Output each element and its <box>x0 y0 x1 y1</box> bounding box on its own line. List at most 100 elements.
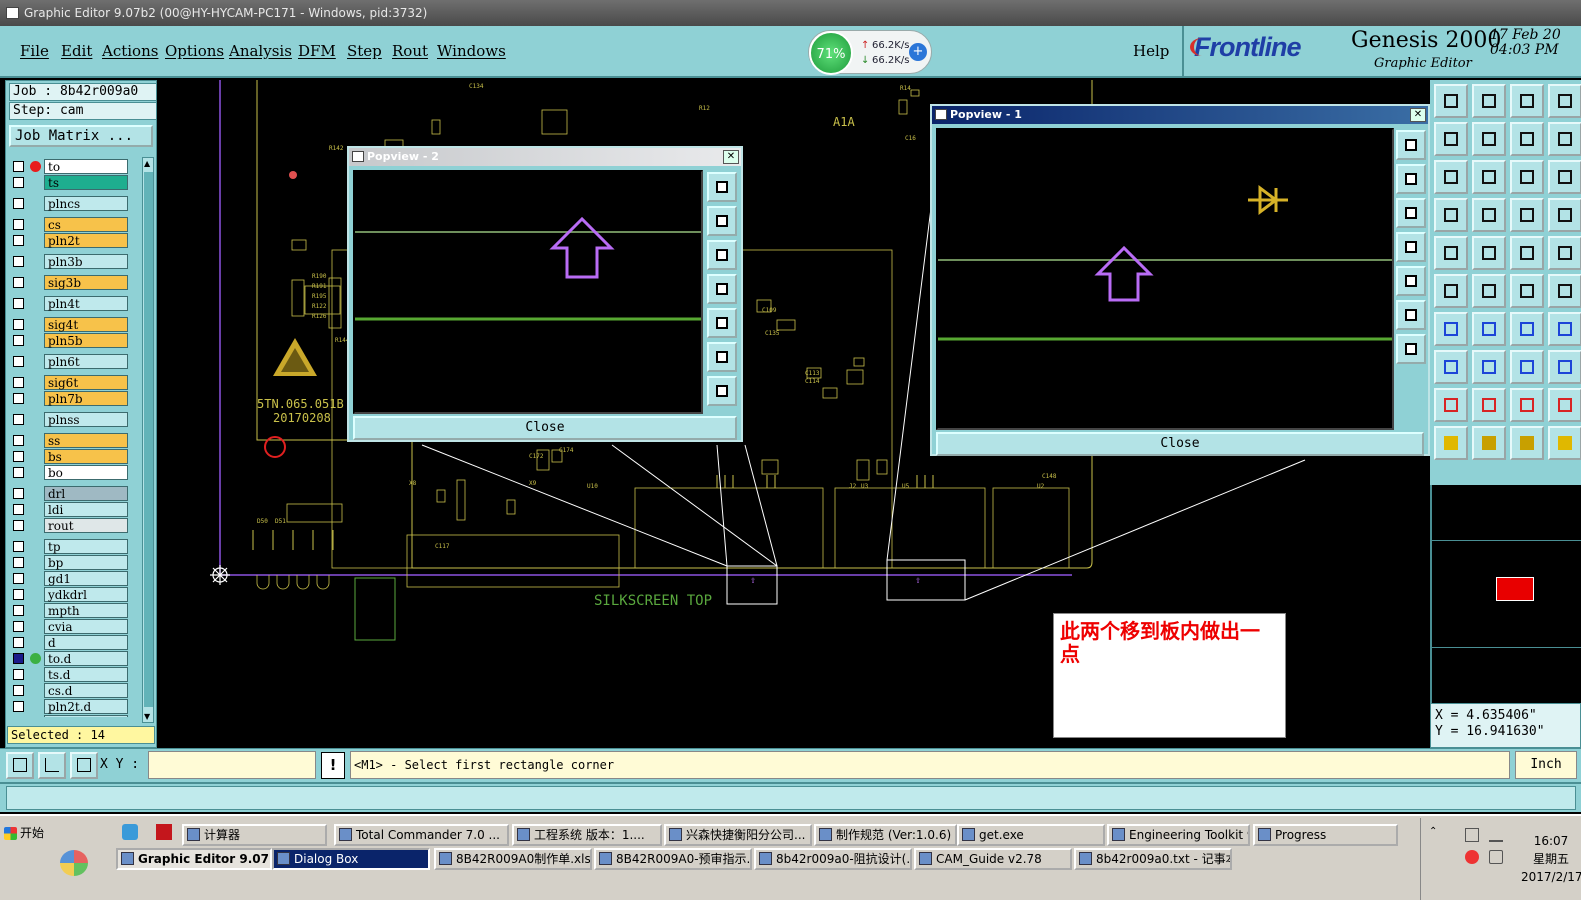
center-tool-button[interactable] <box>1472 160 1506 194</box>
layer-checkbox[interactable] <box>13 319 24 330</box>
layer-row[interactable]: to.d <box>8 651 134 666</box>
quicklaunch-app-icon[interactable] <box>122 824 138 840</box>
layer-name[interactable]: tp <box>44 539 128 554</box>
pan-left-tool-button[interactable] <box>1434 122 1468 156</box>
select-alt-tool-button[interactable] <box>1510 426 1544 460</box>
layer-name[interactable]: to.d <box>44 651 128 666</box>
layer-checkbox[interactable] <box>13 414 24 425</box>
units-button[interactable]: Inch <box>1515 751 1577 779</box>
layer-row[interactable]: ts <box>8 175 134 190</box>
scroll-thumb[interactable] <box>144 172 153 707</box>
layer-checkbox[interactable] <box>13 701 24 712</box>
layer-name[interactable]: ts <box>44 175 128 190</box>
flag-tool-button[interactable] <box>1548 274 1581 308</box>
menu-file[interactable]: File <box>20 42 49 60</box>
layer-name[interactable]: ydkdrl <box>44 587 128 602</box>
menu-analysis[interactable]: Analysis <box>229 42 292 60</box>
clock[interactable]: 16:07 星期五 2017/2/17 <box>1521 832 1581 886</box>
popview-1-close-button[interactable]: Close <box>936 432 1424 456</box>
taskbar-button[interactable]: CAM_Guide v2.78 <box>914 848 1072 870</box>
line-tool-button[interactable] <box>1472 312 1506 346</box>
quick-launch-icon[interactable] <box>60 850 88 876</box>
layer-row[interactable]: bo <box>8 465 134 480</box>
job-matrix-button[interactable]: Job Matrix ... <box>9 125 153 147</box>
layer-row[interactable]: ldi <box>8 502 134 517</box>
layer-row[interactable]: d <box>8 635 134 650</box>
layer-name[interactable]: bo <box>44 465 128 480</box>
fit-tool-button[interactable] <box>1434 160 1468 194</box>
layer-row[interactable]: pln2t <box>8 233 134 248</box>
xy-input[interactable] <box>148 751 316 779</box>
popview-2-close-button[interactable]: Close <box>353 416 737 440</box>
peak-tool-button[interactable] <box>1472 388 1506 422</box>
layer-row[interactable]: ydkdrl <box>8 587 134 602</box>
layer-row[interactable]: pln4t <box>8 296 134 311</box>
layer-checkbox[interactable] <box>13 621 24 632</box>
layer-name[interactable]: rout <box>44 518 128 533</box>
minus-tool-button[interactable] <box>1472 350 1506 384</box>
layer-checkbox[interactable] <box>13 669 24 680</box>
grid-tool-button[interactable] <box>1472 198 1506 232</box>
menu-actions[interactable]: Actions <box>102 42 158 60</box>
arch-tool-button[interactable] <box>1510 388 1544 422</box>
menu-options[interactable]: Options <box>165 42 224 60</box>
popview-pan-up-button[interactable] <box>707 206 737 236</box>
arc-tool-button[interactable] <box>1510 312 1544 346</box>
layer-checkbox[interactable] <box>13 177 24 188</box>
layers-tool-button[interactable] <box>1548 160 1581 194</box>
snap-tool-button[interactable] <box>1548 236 1581 270</box>
layer-name[interactable]: mpth <box>44 603 128 618</box>
layer-row[interactable]: sig6t <box>8 375 134 390</box>
layer-name[interactable]: to <box>44 159 128 174</box>
taskbar-button[interactable]: 工程系统 版本：1.... <box>512 824 662 846</box>
layer-row[interactable]: to <box>8 159 134 174</box>
settings-tool-button[interactable] <box>1434 198 1468 232</box>
layer-checkbox[interactable] <box>13 161 24 172</box>
layer-name[interactable]: bs <box>44 449 128 464</box>
contain-tool-button[interactable] <box>1510 350 1544 384</box>
layer-name[interactable]: ts.d <box>44 667 128 682</box>
popview-zoom-out-button[interactable] <box>707 376 737 406</box>
layer-checkbox[interactable] <box>13 335 24 346</box>
cross-tool-button[interactable] <box>1472 274 1506 308</box>
layer-row[interactable]: plncs <box>8 196 134 211</box>
overview-view-rect[interactable] <box>1496 577 1534 601</box>
taskbar-button[interactable]: Total Commander 7.0 ... <box>334 824 509 846</box>
popview-pan-up-button[interactable] <box>1396 164 1426 194</box>
taskbar-button[interactable]: Dialog Box <box>272 848 430 870</box>
layer-checkbox[interactable] <box>13 467 24 478</box>
layer-checkbox[interactable] <box>13 504 24 515</box>
layer-row[interactable]: bs <box>8 449 134 464</box>
menu-rout[interactable]: Rout <box>392 42 428 60</box>
triangle-tool-button[interactable] <box>1434 388 1468 422</box>
pointer-tool-button[interactable] <box>1434 236 1468 270</box>
measure-tool-button[interactable] <box>1548 198 1581 232</box>
layer-name[interactable]: pln4t <box>44 296 128 311</box>
layer-checkbox[interactable] <box>13 685 24 696</box>
layer-row[interactable]: gd1 <box>8 571 134 586</box>
layer-name[interactable]: pln5b <box>44 333 128 348</box>
layer-name[interactable]: cvia <box>44 619 128 634</box>
plus-icon[interactable]: + <box>909 43 927 61</box>
layer-checkbox[interactable] <box>13 573 24 584</box>
popview-zoom-in-button[interactable] <box>707 342 737 372</box>
save-tool-button[interactable] <box>1472 84 1506 118</box>
grid-button[interactable] <box>70 752 98 779</box>
popview-2-close-icon[interactable]: ✕ <box>723 150 739 164</box>
taskbar-button[interactable]: 计算器 <box>182 824 327 846</box>
taskbar-button[interactable]: 8b42r009a0-阻抗设计(... <box>754 848 912 870</box>
layer-row[interactable]: sig4t <box>8 317 134 332</box>
start-button[interactable]: 开始 <box>2 822 58 844</box>
menu-edit[interactable]: Edit <box>61 42 92 60</box>
alert-button[interactable]: ! <box>321 752 345 779</box>
select-tool-button[interactable] <box>1434 426 1468 460</box>
tray-volume-icon[interactable] <box>1489 850 1503 864</box>
layer-checkbox[interactable] <box>13 589 24 600</box>
diamond-tool-button[interactable] <box>1472 236 1506 270</box>
popview-zoom-out-button[interactable] <box>1396 334 1426 364</box>
vertex-tool-button[interactable] <box>1548 388 1581 422</box>
link-tool-button[interactable] <box>1510 274 1544 308</box>
layer-row[interactable]: ts.d <box>8 667 134 682</box>
layer-name[interactable]: sig3b <box>44 275 128 290</box>
snap-button[interactable] <box>6 752 34 779</box>
